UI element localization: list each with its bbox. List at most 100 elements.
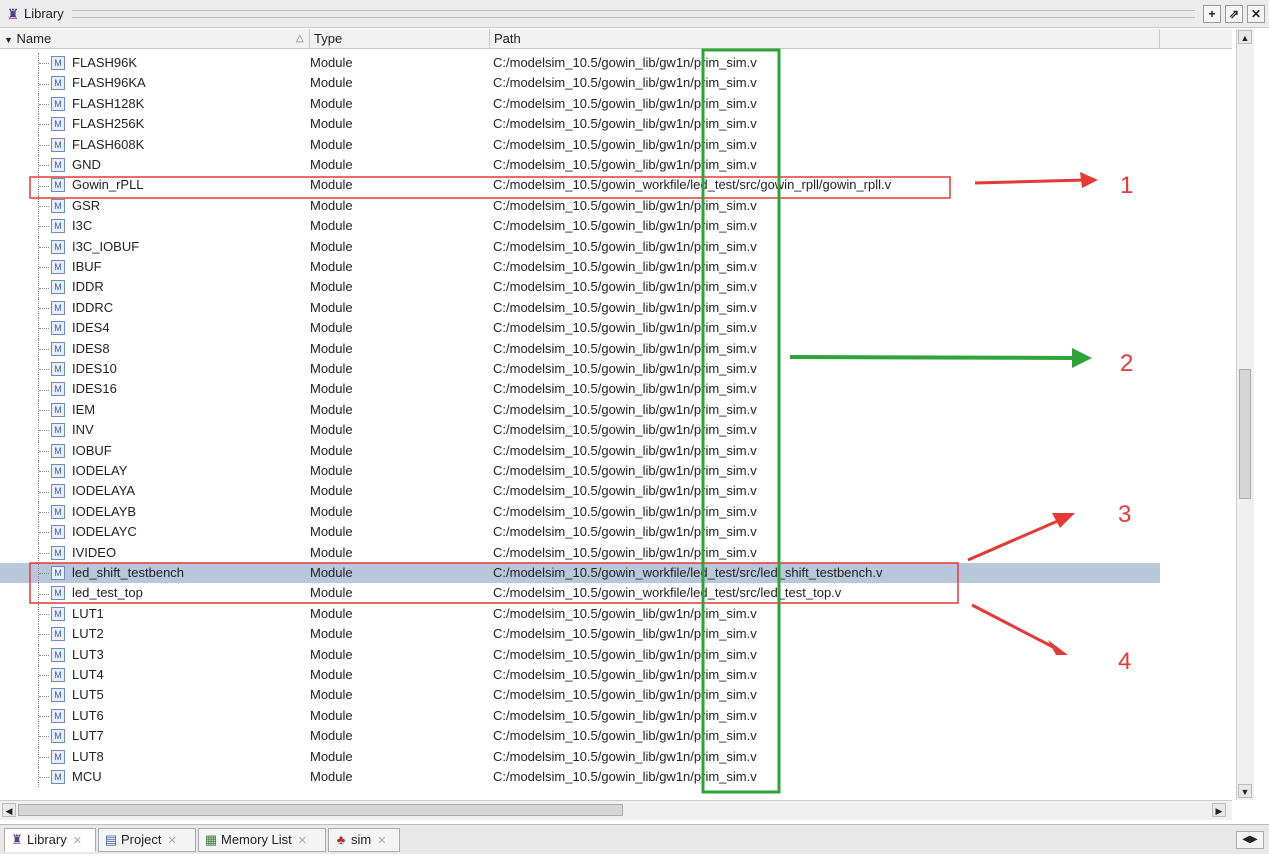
column-header-type[interactable]: Type bbox=[310, 29, 490, 48]
module-type: Module bbox=[310, 605, 353, 621]
table-row[interactable]: M LUT7 Module C:/modelsim_10.5/gowin_lib/gw… bbox=[0, 726, 1160, 747]
module-icon: M bbox=[51, 117, 65, 132]
tree-connector bbox=[38, 359, 51, 380]
table-row[interactable]: M FLASH96K Module C:/modelsim_10.5/gowin_li… bbox=[0, 53, 1160, 74]
tree-connector bbox=[38, 461, 51, 482]
module-name: INV bbox=[72, 422, 94, 438]
module-path: C:/modelsim_10.5/gowin_lib/gw1n/prim_sim… bbox=[493, 95, 757, 111]
table-row[interactable]: M IDES10 Module C:/modelsim_10.5/gowin_lib/… bbox=[0, 359, 1160, 380]
vertical-scroll-thumb[interactable] bbox=[1239, 369, 1251, 499]
table-row[interactable]: M FLASH256K Module C:/modelsim_10.5/gowin_l… bbox=[0, 114, 1160, 135]
module-name: LUT4 bbox=[72, 667, 104, 682]
table-row[interactable]: M IOBUF Module C:/modelsim_10.5/gowin_lib/g… bbox=[0, 440, 1160, 461]
module-icon: M bbox=[51, 627, 65, 642]
project-icon: ▤ bbox=[104, 832, 118, 847]
module-icon: M bbox=[51, 606, 65, 621]
table-row[interactable]: M IDES8 Module C:/modelsim_10.5/gowin_lib/g… bbox=[0, 338, 1160, 359]
tab-project[interactable]: ▤ Project ✕ bbox=[98, 828, 196, 852]
module-type: Module bbox=[310, 442, 353, 458]
table-row[interactable]: M IODELAYA Module C:/modelsim_10.5/gowin_li… bbox=[0, 481, 1160, 502]
module-icon: M bbox=[51, 321, 65, 336]
module-type: Module bbox=[310, 524, 353, 540]
table-row[interactable]: M GND Module C:/modelsim_10.5/gowin_lib/gw1… bbox=[0, 155, 1160, 176]
table-row[interactable]: M I3C_IOBUF Module C:/modelsim_10.5/gowin_l… bbox=[0, 236, 1160, 257]
module-type: Module bbox=[310, 646, 353, 662]
scroll-up-icon[interactable]: ▲ bbox=[1238, 30, 1252, 44]
table-row[interactable]: M IODELAYC Module C:/modelsim_10.5/gowin_li… bbox=[0, 522, 1160, 543]
table-row[interactable]: M Gowin_rPLL Module C:/modelsim_10.5/gowin_… bbox=[0, 175, 1160, 196]
tab-library[interactable]: ♜ Library ✕ bbox=[4, 828, 96, 852]
library-tree[interactable]: M FLASH96K Module C:/modelsim_10.5/gowin_li… bbox=[0, 49, 1232, 794]
tree-connector bbox=[38, 501, 51, 523]
undock-icon[interactable]: ⇗ bbox=[1225, 4, 1243, 23]
vertical-scrollbar[interactable]: ▲ ▼ bbox=[1236, 29, 1254, 800]
table-row[interactable]: M INV Module C:/modelsim_10.5/gowin_lib/gw1… bbox=[0, 420, 1160, 441]
panel-drag-handle[interactable] bbox=[71, 9, 1195, 18]
module-name: IODELAY bbox=[72, 463, 128, 478]
module-name: LUT5 bbox=[72, 687, 104, 703]
module-path: C:/modelsim_10.5/gowin_lib/gw1n/prim_sim… bbox=[493, 55, 757, 70]
close-icon[interactable]: ✕ bbox=[167, 835, 176, 847]
plus-icon[interactable]: + bbox=[1203, 4, 1221, 23]
tree-connector bbox=[38, 114, 51, 135]
memory-icon: ▦ bbox=[204, 832, 218, 847]
module-path: C:/modelsim_10.5/gowin_workfile/led_test… bbox=[493, 565, 883, 580]
table-row[interactable]: M IDES4 Module C:/modelsim_10.5/gowin_lib/g… bbox=[0, 318, 1160, 339]
tree-connector bbox=[38, 216, 51, 237]
table-row[interactable]: M IDES16 Module C:/modelsim_10.5/gowin_lib/… bbox=[0, 379, 1160, 400]
tree-connector bbox=[38, 73, 51, 94]
table-row[interactable]: M LUT6 Module C:/modelsim_10.5/gowin_lib/gw… bbox=[0, 705, 1160, 727]
table-row[interactable]: M IVIDEO Module C:/modelsim_10.5/gowin_lib/… bbox=[0, 542, 1160, 563]
tab-scroll-icon[interactable]: ◀▶ bbox=[1236, 831, 1264, 849]
horizontal-scrollbar[interactable]: ◀ ▶ bbox=[0, 800, 1232, 820]
tab-memory-list[interactable]: ▦ Memory List ✕ bbox=[198, 828, 326, 852]
tree-connector bbox=[38, 481, 51, 502]
scroll-down-icon[interactable]: ▼ bbox=[1238, 784, 1252, 798]
sort-menu-icon[interactable]: ▼ bbox=[4, 35, 13, 45]
scroll-left-icon[interactable]: ◀ bbox=[2, 803, 16, 817]
table-row[interactable]: Mled_shift_testbench Module C:/modelsim_10… bbox=[0, 563, 1160, 584]
column-header-name[interactable]: ▼ Name △ bbox=[0, 29, 310, 48]
table-row[interactable]: M IBUF Module C:/modelsim_10.5/gowin_lib/gw… bbox=[0, 257, 1160, 278]
table-row[interactable]: M I3C Module C:/modelsim_10.5/gowin_lib/gw1… bbox=[0, 216, 1160, 237]
module-name: led_test_top bbox=[72, 585, 143, 601]
module-icon: M bbox=[51, 464, 65, 478]
module-path: C:/modelsim_10.5/gowin_lib/gw1n/prim_sim… bbox=[493, 748, 757, 764]
table-row[interactable]: M IDDR Module C:/modelsim_10.5/gowin_lib/gw… bbox=[0, 277, 1160, 298]
table-row[interactable]: M MCU Module C:/modelsim_10.5/gowin_lib/gw1… bbox=[0, 767, 1160, 788]
module-icon: M bbox=[51, 668, 65, 682]
module-icon: M bbox=[51, 56, 65, 70]
module-path: C:/modelsim_10.5/gowin_lib/gw1n/prim_sim… bbox=[493, 75, 757, 91]
horizontal-scroll-thumb[interactable] bbox=[18, 804, 623, 816]
tree-connector bbox=[38, 93, 51, 115]
module-name: GND bbox=[72, 157, 101, 172]
module-icon: M bbox=[51, 402, 65, 417]
table-row[interactable]: M LUT1 Module C:/modelsim_10.5/gowin_lib/gw… bbox=[0, 603, 1160, 625]
close-icon[interactable]: ✕ bbox=[73, 835, 82, 847]
table-row[interactable]: M IDDRC Module C:/modelsim_10.5/gowin_lib/g… bbox=[0, 297, 1160, 319]
table-row[interactable]: M GSR Module C:/modelsim_10.5/gowin_lib/gw1… bbox=[0, 195, 1160, 217]
table-row[interactable]: M IODELAY Module C:/modelsim_10.5/gowin_lib… bbox=[0, 461, 1160, 482]
table-row[interactable]: M LUT8 Module C:/modelsim_10.5/gowin_lib/gw… bbox=[0, 746, 1160, 767]
table-row[interactable]: M LUT3 Module C:/modelsim_10.5/gowin_lib/gw… bbox=[0, 644, 1160, 665]
module-name: IBUF bbox=[72, 259, 102, 274]
table-row[interactable]: Mled_test_top Module C:/modelsim_10.5/gowi… bbox=[0, 583, 1160, 604]
table-row[interactable]: M FLASH96KA Module C:/modelsim_10.5/gowin_l… bbox=[0, 73, 1160, 94]
table-row[interactable]: M IODELAYB Module C:/modelsim_10.5/gowin_li… bbox=[0, 501, 1160, 523]
close-icon[interactable]: ✕ bbox=[298, 835, 307, 847]
table-row[interactable]: M FLASH128K Module C:/modelsim_10.5/gowin_l… bbox=[0, 93, 1160, 115]
module-icon: M bbox=[51, 688, 65, 703]
table-row[interactable]: M FLASH608K Module C:/modelsim_10.5/gowin_l… bbox=[0, 134, 1160, 155]
tree-connector bbox=[38, 522, 51, 543]
module-path: C:/modelsim_10.5/gowin_lib/gw1n/prim_sim… bbox=[493, 707, 757, 723]
module-type: Module bbox=[310, 728, 353, 744]
table-row[interactable]: M LUT4 Module C:/modelsim_10.5/gowin_lib/gw… bbox=[0, 665, 1160, 686]
table-row[interactable]: M LUT5 Module C:/modelsim_10.5/gowin_lib/gw… bbox=[0, 685, 1160, 706]
tab-sim[interactable]: ♣ sim ✕ bbox=[328, 828, 400, 852]
column-header-path[interactable]: Path bbox=[490, 29, 1160, 48]
table-row[interactable]: M LUT2 Module C:/modelsim_10.5/gowin_lib/gw… bbox=[0, 624, 1160, 645]
close-icon[interactable]: ✕ bbox=[1247, 4, 1265, 23]
scroll-right-icon[interactable]: ▶ bbox=[1212, 803, 1226, 817]
table-row[interactable]: M IEM Module C:/modelsim_10.5/gowin_lib/gw1… bbox=[0, 399, 1160, 421]
close-icon[interactable]: ✕ bbox=[377, 835, 386, 847]
